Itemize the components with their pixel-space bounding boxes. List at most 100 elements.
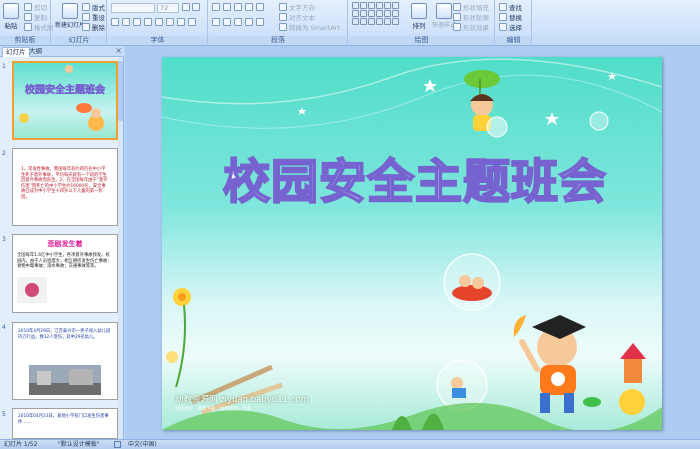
binoculars-icon — [499, 3, 507, 11]
paragraph-group-label: 段落 — [209, 36, 347, 45]
shape-fill-button[interactable]: 形状填充 — [453, 2, 489, 12]
thumb-decoration — [19, 65, 104, 131]
text-direction-button[interactable]: 文字方向 — [279, 2, 315, 12]
scissors-icon — [24, 3, 32, 11]
font-size-combo[interactable]: 72 — [157, 3, 179, 13]
slide-counter: 幻灯片 1/52 — [4, 441, 38, 448]
format-painter-button[interactable]: 格式刷 — [24, 22, 54, 32]
thumb-body-text: 2010年4月29日，江苏泰兴市一男子闯入幼儿园持刀行凶，致32人受伤，其中29… — [18, 329, 111, 340]
align-text-button[interactable]: 对齐文本 — [279, 12, 315, 22]
shrink-font-icon — [192, 3, 200, 11]
bullets-icon — [212, 3, 220, 11]
effects-icon — [453, 23, 461, 31]
editing-group-label: 编辑 — [496, 36, 531, 45]
thumbnails-scrollbar[interactable] — [118, 57, 123, 439]
font-format-buttons[interactable] — [111, 18, 196, 26]
slide-artwork — [162, 58, 662, 430]
grow-font-icon — [182, 3, 190, 11]
grow-font-button[interactable] — [182, 3, 190, 11]
justify-icon — [245, 18, 253, 26]
select-button[interactable]: 选择 — [499, 22, 522, 32]
slide-number: 2 — [2, 150, 6, 157]
shadow-icon — [155, 18, 163, 26]
slide-thumbnail-3[interactable]: 悲剧发生着 全国每年1.6亿中小学生，各项意外事故频发。校园内，由于人员密度大，… — [12, 234, 118, 313]
shapes-gallery[interactable] — [352, 2, 406, 26]
font-group: 72 字体 — [108, 0, 208, 46]
thumb-title: 悲剧发生着 — [47, 240, 83, 248]
reset-icon — [82, 13, 90, 21]
tab-outline[interactable]: 大纲 — [26, 47, 45, 57]
reset-button[interactable]: 重设 — [82, 12, 105, 22]
paragraph-group: 文字方向 对齐文本 转换为 SmartArt 段落 — [209, 0, 348, 46]
watermark-text: 幼教资源网 ziyuan.baby611.com — [175, 395, 309, 405]
language-indicator[interactable]: 中文(中国) — [128, 440, 157, 449]
current-slide[interactable]: 校园安全主题班会 幼教资源网 ziyuan.baby611.com 精品课件 ·… — [162, 57, 662, 430]
replace-icon — [499, 13, 507, 21]
arrange-button[interactable]: 排列 — [411, 3, 427, 30]
thumb-image — [17, 277, 47, 303]
italic-icon — [122, 18, 130, 26]
paste-button[interactable]: 粘贴 — [3, 3, 19, 30]
align-buttons[interactable] — [212, 18, 264, 26]
font-group-label: 字体 — [108, 36, 207, 45]
paste-icon — [3, 3, 19, 19]
close-icon[interactable]: × — [115, 46, 122, 55]
slides-group-label: 幻灯片 — [52, 36, 106, 45]
find-button[interactable]: 查找 — [499, 2, 522, 12]
underline-icon — [133, 18, 141, 26]
font-name-combo[interactable] — [111, 3, 155, 13]
layout-icon — [82, 3, 90, 11]
replace-button[interactable]: 替换 — [499, 12, 522, 22]
shape-effects-button[interactable]: 形状效果 — [453, 22, 489, 32]
scrollbar-thumb[interactable] — [118, 61, 123, 121]
shape-outline-button[interactable]: 形状轮廓 — [453, 12, 489, 22]
delete-button[interactable]: 删除 — [82, 22, 105, 32]
slides-group: 新建幻灯片 版式 重设 删除 幻灯片 — [52, 0, 107, 46]
status-bar: 幻灯片 1/52 "默认设计模板" 中文(中国) — [0, 439, 700, 449]
pane-tabs: 幻灯片 大纲 × — [0, 46, 124, 57]
bold-icon — [111, 18, 119, 26]
list-buttons[interactable] — [212, 3, 264, 11]
font-color-icon — [188, 18, 196, 26]
theme-name[interactable]: "默认设计模板" — [58, 440, 100, 449]
slide-thumbnail-2[interactable]: 1、常发性事故，我国每年有约四百名中小学生死于意外事故，平均每天就有一个班的学生… — [12, 148, 118, 226]
strikethrough-icon — [144, 18, 152, 26]
spell-check-icon[interactable] — [114, 441, 121, 448]
arrange-icon — [411, 3, 427, 19]
slide-title[interactable]: 校园安全主题班会 — [213, 154, 617, 211]
align-center-icon — [223, 18, 231, 26]
slide-thumbnail-1[interactable]: 校园安全主题班会 — [12, 61, 118, 140]
copy-icon — [24, 13, 32, 21]
smartart-icon — [279, 23, 287, 31]
thumb-body-text: 1、常发性事故，我国每年有约四百名中小学生死于意外事故，平均每天就有一个班的学生… — [21, 167, 108, 200]
brush-icon — [24, 23, 32, 31]
shrink-font-button[interactable] — [192, 3, 200, 11]
clipboard-group-label: 剪贴板 — [0, 36, 50, 45]
cursor-icon — [499, 23, 507, 31]
drawing-group-label: 绘图 — [349, 36, 494, 45]
slide-editor-area: 校园安全主题班会 幼教资源网 ziyuan.baby611.com 精品课件 ·… — [125, 46, 700, 439]
clipboard-group: 粘贴 剪切 复制 格式刷 剪贴板 — [0, 0, 54, 46]
align-right-icon — [234, 18, 242, 26]
thumb-body-text: 全国每年1.6亿中小学生，各项意外事故频发。校园内，由于人员密度大，相互拥挤发生… — [17, 253, 112, 270]
thumb-photo — [29, 365, 101, 395]
align-text-icon — [279, 13, 287, 21]
new-slide-button[interactable]: 新建幻灯片 — [55, 3, 85, 29]
outdent-icon — [234, 3, 242, 11]
slide-thumbnail-4[interactable]: 2010年4月29日，江苏泰兴市一男子闯入幼儿园持刀行凶，致32人受伤，其中29… — [12, 322, 118, 400]
ribbon: 粘贴 剪切 复制 格式刷 剪贴板 新建幻灯片 版式 重设 删除 幻灯片 72 字… — [0, 0, 700, 46]
cut-button[interactable]: 剪切 — [24, 2, 47, 12]
line-spacing-icon — [256, 3, 264, 11]
align-left-icon — [212, 18, 220, 26]
copy-button[interactable]: 复制 — [24, 12, 47, 22]
layout-button[interactable]: 版式 — [82, 2, 105, 12]
indent-icon — [245, 3, 253, 11]
spacing-icon — [166, 18, 174, 26]
slide-thumbnail-5[interactable]: 2010年04月23日，某地小学校门口发生伤害事件…… — [12, 408, 118, 439]
smartart-button[interactable]: 转换为 SmartArt — [279, 22, 340, 32]
thumb-body-text: 2010年04月23日，某地小学校门口发生伤害事件…… — [18, 414, 109, 425]
slide-number: 5 — [2, 411, 6, 418]
slides-pane: 幻灯片 大纲 × 1 校园安全主题班会 2 1、常发性事故，我国每年有约四百名中… — [0, 46, 124, 439]
delete-icon — [82, 23, 90, 31]
fill-icon — [453, 3, 461, 11]
